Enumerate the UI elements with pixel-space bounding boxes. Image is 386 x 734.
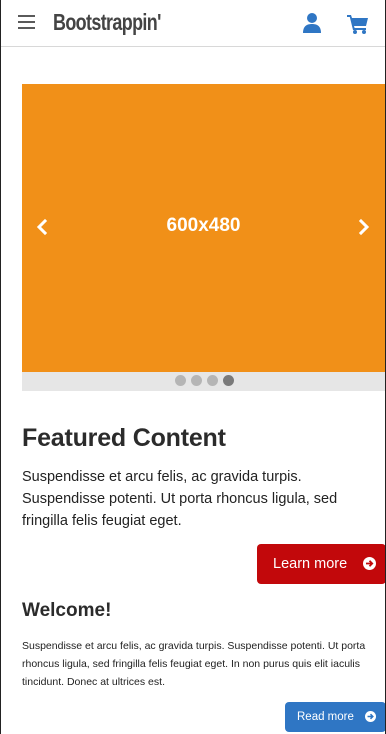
slide-placeholder-label: 600x480 — [166, 215, 241, 236]
welcome-title: Welcome! — [22, 600, 112, 621]
brand-logo[interactable]: Bootstrappin' — [53, 9, 161, 36]
carousel-slide[interactable]: 600x480 — [22, 84, 385, 372]
read-more-label: Read more — [297, 711, 354, 723]
carousel-indicator[interactable] — [207, 375, 218, 386]
page: Bootstrappin' 600x480 Featured Content S… — [0, 0, 386, 734]
carousel-indicator[interactable] — [175, 375, 186, 386]
welcome-body: Suspendisse et arcu felis, ac gravida tu… — [22, 640, 366, 688]
read-more-button[interactable]: Read more — [285, 702, 385, 732]
carousel-indicator[interactable] — [191, 375, 202, 386]
hamburger-menu-icon[interactable] — [18, 15, 35, 29]
circle-arrow-right-icon — [365, 711, 376, 722]
learn-more-button[interactable]: Learn more — [257, 544, 385, 584]
chevron-right-icon[interactable] — [356, 216, 372, 238]
user-icon[interactable] — [303, 13, 321, 33]
chevron-left-icon[interactable] — [34, 216, 50, 238]
circle-arrow-right-icon — [363, 557, 376, 570]
learn-more-label: Learn more — [273, 556, 348, 572]
carousel-indicator-active[interactable] — [223, 375, 234, 386]
featured-body: Suspendisse et arcu felis, ac gravida tu… — [22, 469, 338, 529]
navbar: Bootstrappin' — [1, 0, 385, 47]
featured-title: Featured Content — [22, 424, 226, 452]
shopping-cart-icon[interactable] — [347, 14, 369, 34]
carousel: 600x480 — [22, 84, 385, 391]
